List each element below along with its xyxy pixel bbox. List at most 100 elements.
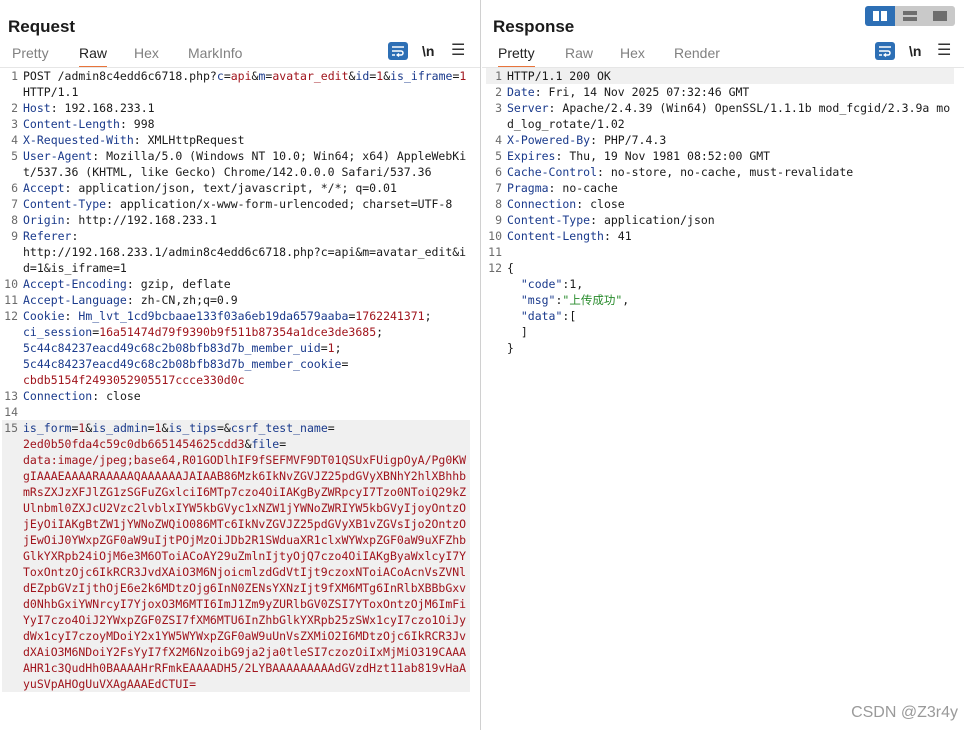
code-token: id (355, 69, 370, 83)
line-number: 4 (495, 133, 502, 147)
code-line[interactable]: 4 X-Requested-With: XMLHttpRequest (2, 132, 470, 148)
code-token: = (147, 421, 155, 435)
code-text: Connection: close (18, 388, 470, 404)
line-number: 2 (11, 101, 18, 115)
code-token: Server (507, 101, 549, 115)
response-tab-hex[interactable]: Hex (620, 44, 645, 66)
response-tab-render[interactable]: Render (674, 44, 720, 66)
response-tab-raw[interactable]: Raw (565, 44, 593, 66)
code-line[interactable]: 9 Content-Type: application/json (486, 212, 954, 228)
line-number: 14 (4, 405, 18, 419)
request-tab-markinfo[interactable]: MarkInfo (188, 44, 242, 66)
single-pane-icon[interactable] (925, 6, 955, 26)
newline-toggle-button[interactable]: \n (422, 42, 434, 62)
code-text: is_form=1&is_admin=1&is_tips=&csrf_test_… (18, 420, 470, 692)
code-text: X-Powered-By: PHP/7.4.3 (502, 132, 954, 148)
line-number: 9 (11, 229, 18, 243)
code-text: Pragma: no-cache (502, 180, 954, 196)
code-token: : (64, 309, 79, 323)
code-token: cbdb5154f2493052905517ccce330d0c (23, 373, 245, 387)
line-number: 1 (11, 69, 18, 83)
code-token: HTTP/1.1 200 OK (507, 69, 611, 83)
code-text: Cookie: Hm_lvt_1cd9bcbaae133f03a6eb19da6… (18, 308, 470, 388)
request-tab-hex[interactable]: Hex (134, 44, 159, 66)
response-editor[interactable]: 1 HTTP/1.1 200 OK 2 Date: Fri, 14 Nov 2025 … (486, 68, 954, 356)
code-text: Date: Fri, 14 Nov 2025 07:32:46 GMT (502, 84, 954, 100)
code-token: : PHP/7.4.3 (590, 133, 667, 147)
wrap-lines-icon[interactable] (875, 42, 895, 60)
code-token: csrf_test_name (230, 421, 328, 435)
code-token: : close (576, 197, 625, 211)
code-text: X-Requested-With: XMLHttpRequest (18, 132, 470, 148)
split-vertical-icon[interactable] (895, 6, 925, 26)
code-line[interactable]: 2 Date: Fri, 14 Nov 2025 07:32:46 GMT (486, 84, 954, 100)
code-line[interactable]: 13 Connection: close (2, 388, 470, 404)
code-line[interactable]: 6 Accept: application/json, text/javascri… (2, 180, 470, 196)
code-line[interactable]: 11 (486, 244, 954, 260)
line-number: 8 (495, 197, 502, 211)
line-number: 10 (4, 277, 18, 291)
line-number: 6 (11, 181, 18, 195)
code-line[interactable]: 3 Content-Length: 998 (2, 116, 470, 132)
code-token: : http://192.168.233.1 (64, 213, 217, 227)
code-line[interactable]: 2 Host: 192.168.233.1 (2, 100, 470, 116)
request-tabs: Pretty Raw Hex MarkInfo (0, 44, 480, 68)
response-tab-pretty[interactable]: Pretty (498, 44, 535, 68)
code-line[interactable]: 8 Connection: close (486, 196, 954, 212)
code-token: "data" (520, 309, 563, 323)
menu-icon[interactable]: ☰ (451, 42, 465, 62)
code-line[interactable]: 6 Cache-Control: no-store, no-cache, must… (486, 164, 954, 180)
request-editor[interactable]: 1 POST /admin8c4edd6c6718.php?c=api&m=ava… (2, 68, 470, 692)
code-line[interactable]: 1 HTTP/1.1 200 OK (486, 68, 954, 84)
code-line[interactable]: 4 X-Powered-By: PHP/7.4.3 (486, 132, 954, 148)
code-text: Server: Apache/2.4.39 (Win64) OpenSSL/1.… (502, 100, 954, 132)
code-token: User-Agent (23, 149, 93, 163)
code-line[interactable]: 3 Server: Apache/2.4.39 (Win64) OpenSSL/1… (486, 100, 954, 132)
split-horizontal-icon[interactable] (865, 6, 895, 26)
code-token: : Apache/2.4.39 (Win64) OpenSSL/1.1.1b m… (507, 101, 951, 131)
newline-toggle-button[interactable]: \n (909, 42, 921, 62)
menu-icon[interactable]: ☰ (937, 42, 951, 62)
code-line[interactable]: 9 Referer: http://192.168.233.1/admin8c4e… (2, 228, 470, 276)
code-token: Accept-Language (23, 293, 127, 307)
request-tab-raw[interactable]: Raw (79, 44, 108, 68)
request-tab-pretty[interactable]: Pretty (12, 44, 49, 66)
code-text: POST /admin8c4edd6c6718.php?c=api&m=avat… (18, 68, 470, 100)
line-number: 6 (495, 165, 502, 179)
code-line[interactable]: 10 Content-Length: 41 (486, 228, 954, 244)
code-token: Content-Type (23, 197, 107, 211)
code-line[interactable]: 14 (2, 404, 470, 420)
code-token: Connection (507, 197, 577, 211)
code-token: api (230, 69, 252, 83)
code-token: : http://192.168.233.1/admin8c4edd6c6718… (23, 229, 467, 275)
code-token: avatar_edit (272, 69, 349, 83)
code-token: 5c44c84237eacd49c68c2b08bfb83d7b_member_… (23, 357, 342, 371)
code-text: HTTP/1.1 200 OK (502, 68, 954, 84)
code-line[interactable]: 10 Accept-Encoding: gzip, deflate (2, 276, 470, 292)
wrap-lines-icon[interactable] (388, 42, 408, 60)
code-line[interactable]: 15 is_form=1&is_admin=1&is_tips=&csrf_tes… (2, 420, 470, 692)
code-token: : 41 (603, 229, 632, 243)
code-line[interactable]: 5 Expires: Thu, 19 Nov 1981 08:52:00 GMT (486, 148, 954, 164)
code-line[interactable]: 11 Accept-Language: zh-CN,zh;q=0.9 (2, 292, 470, 308)
code-token: & (244, 437, 252, 451)
code-line[interactable]: 7 Content-Type: application/x-www-form-ur… (2, 196, 470, 212)
code-token: Date (507, 85, 535, 99)
line-number: 12 (4, 309, 18, 323)
response-pane: Response Pretty Raw Hex Render \n ☰ 1 HTT… (482, 0, 964, 730)
code-token: c (216, 69, 224, 83)
code-line[interactable]: 12 Cookie: Hm_lvt_1cd9bcbaae133f03a6eb19d… (2, 308, 470, 388)
line-number: 7 (11, 197, 18, 211)
line-number: 2 (495, 85, 502, 99)
code-line[interactable]: 12{ "code":1, "msg":"上传成功", "data":[ ] } (486, 260, 954, 356)
code-line[interactable]: 1 POST /admin8c4edd6c6718.php?c=api&m=ava… (2, 68, 470, 100)
code-token: ci_session (23, 325, 93, 339)
code-token: "msg" (520, 293, 556, 307)
code-line[interactable]: 5 User-Agent: Mozilla/5.0 (Windows NT 10.… (2, 148, 470, 180)
code-line[interactable]: 8 Origin: http://192.168.233.1 (2, 212, 470, 228)
code-token: : application/json, text/javascript, */*… (64, 181, 397, 195)
code-token: = (320, 341, 328, 355)
code-text: { "code":1, "msg":"上传成功", "data":[ ] } (502, 260, 954, 356)
line-number: 9 (495, 213, 502, 227)
code-line[interactable]: 7 Pragma: no-cache (486, 180, 954, 196)
